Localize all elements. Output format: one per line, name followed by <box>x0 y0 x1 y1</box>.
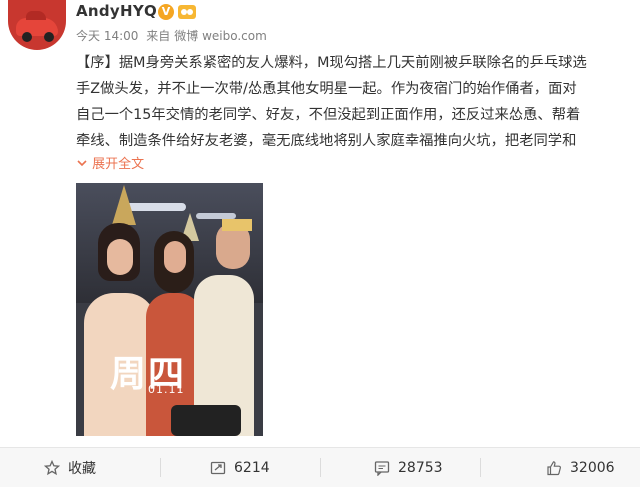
divider <box>160 458 161 477</box>
expand-label: 展开全文 <box>92 157 145 172</box>
repost-icon <box>210 460 226 476</box>
wheel-shape <box>44 32 54 42</box>
post-timestamp[interactable]: 今天 14:00 <box>76 29 138 43</box>
post-image[interactable]: 周四 01.11 <box>76 183 263 436</box>
post-content: 【序】据M身旁关系紧密的友人爆料，M现勾搭上几天前刚被乒联除名的乒乓球选 手Z做… <box>76 50 632 154</box>
divider <box>320 458 321 477</box>
person-face <box>164 241 186 273</box>
username[interactable]: AndyHYQ <box>76 2 157 20</box>
content-line: 手Z做头发，并不止一次带/怂恿其他女明星一起。作为夜宿门的始作俑者，面对 <box>76 81 577 97</box>
cake-shape <box>171 405 241 436</box>
avatar[interactable] <box>8 0 66 50</box>
comment-button[interactable]: 28753 <box>374 448 443 487</box>
content-line: 自己一个15年交情的老同学、好友，不但没起到正面作用，还反过来怂恿、帮着 <box>76 107 581 123</box>
post-source[interactable]: 微博 weibo.com <box>174 29 267 43</box>
favorite-button[interactable]: 收藏 <box>43 448 96 487</box>
repost-count: 6214 <box>234 459 270 476</box>
favorite-label: 收藏 <box>68 460 96 477</box>
content-line: 牵线、制造条件给好友老婆，毫无底线地将别人家庭幸福推向火坑，把老同学和 <box>76 133 577 149</box>
repost-button[interactable]: 6214 <box>210 448 270 487</box>
content-line: 【序】据M身旁关系紧密的友人爆料，M现勾搭上几天前刚被乒联除名的乒乓球选 <box>76 55 587 71</box>
wheel-shape <box>22 32 32 42</box>
like-button[interactable]: 32006 <box>546 448 615 487</box>
source-prefix: 来自 <box>146 29 171 43</box>
comment-icon <box>374 460 390 477</box>
star-icon <box>43 459 61 476</box>
person-face <box>107 239 133 275</box>
expand-full-text-link[interactable]: 展开全文 <box>76 153 144 172</box>
image-overlay-date: 01.11 <box>148 383 185 396</box>
action-bar: 收藏 6214 28753 32006 <box>0 447 640 487</box>
like-count: 32006 <box>570 459 615 476</box>
chevron-down-icon <box>76 157 92 172</box>
comment-count: 28753 <box>398 459 443 476</box>
thumbs-up-icon <box>546 460 562 476</box>
post-meta: 今天 14:00 来自 微博 weibo.com <box>76 27 271 44</box>
member-level-icon <box>178 5 196 19</box>
verified-icon: V <box>158 4 174 20</box>
divider <box>480 458 481 477</box>
weibo-post: AndyHYQ V 今天 14:00 来自 微博 weibo.com 【序】据M身… <box>0 0 640 487</box>
crown-shape <box>222 219 252 231</box>
party-hat <box>112 185 136 225</box>
